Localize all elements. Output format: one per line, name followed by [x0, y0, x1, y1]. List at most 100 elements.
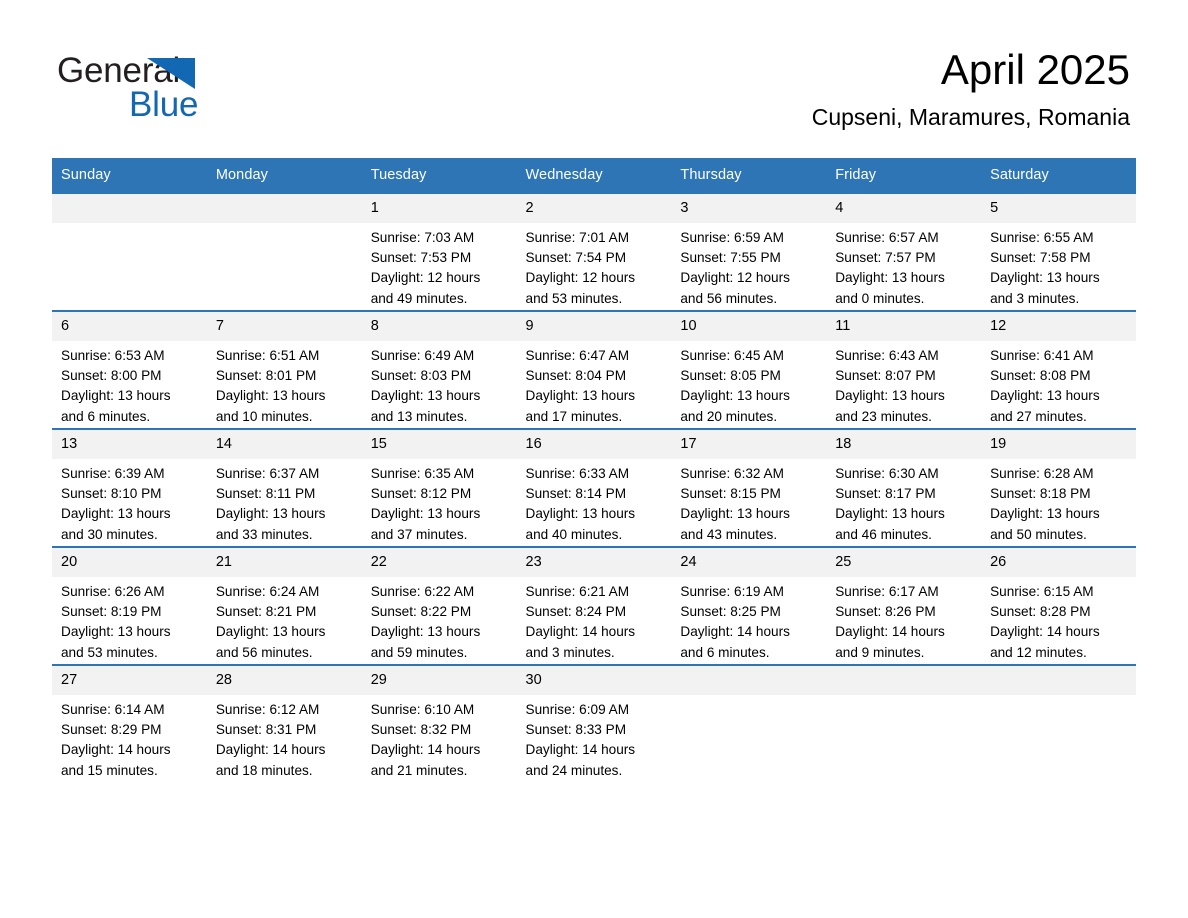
calendar-day-cell[interactable]: 21 Sunrise: 6:24 AM Sunset: 8:21 PM Dayligh… — [206, 546, 362, 665]
calendar-day-cell[interactable]: 20 Sunrise: 6:26 AM Sunset: 8:19 PM Dayligh… — [52, 546, 207, 665]
day-details: Sunrise: 6:26 AM Sunset: 8:19 PM Daylight:… — [52, 577, 207, 663]
title-block: April 2025 Cupseni, Maramures, Romania — [430, 44, 1130, 132]
daylight-text-line2: and 9 minutes. — [835, 644, 925, 660]
sunrise-text: Sunrise: 6:10 AM — [370, 702, 475, 717]
sunset-text: Sunset: 8:21 PM — [215, 604, 317, 620]
weekday-header-tuesday: Tuesday — [361, 158, 517, 193]
calendar-page: General Blue April 2025 Cupseni, Maramur… — [0, 0, 1188, 918]
calendar-day-cell[interactable]: 19 Sunrise: 6:28 AM Sunset: 8:18 PM Dayligh… — [981, 428, 1136, 547]
daylight-text-line1: Daylight: 13 hours — [215, 388, 326, 404]
daylight-text-line2: and 20 minutes. — [680, 408, 778, 424]
calendar-day-cell-empty — [52, 192, 207, 311]
daylight-text-line1: Daylight: 12 hours — [525, 270, 636, 286]
day-details: Sunrise: 7:01 AM Sunset: 7:54 PM Daylight:… — [517, 223, 672, 309]
calendar-week-row: 27 Sunrise: 6:14 AM Sunset: 8:29 PM Dayligh… — [52, 664, 1136, 782]
day-details: Sunrise: 6:19 AM Sunset: 8:25 PM Daylight:… — [671, 577, 826, 663]
daylight-text-line1: Daylight: 13 hours — [680, 388, 790, 404]
sunrise-text: Sunrise: 6:26 AM — [61, 584, 165, 599]
calendar-day-cell[interactable]: 30 Sunrise: 6:09 AM Sunset: 8:33 PM Dayligh… — [516, 664, 672, 782]
sunrise-text: Sunrise: 6:28 AM — [990, 466, 1094, 481]
day-number: 14 — [206, 430, 362, 459]
calendar-day-cell[interactable]: 24 Sunrise: 6:19 AM Sunset: 8:25 PM Dayligh… — [671, 546, 827, 665]
calendar-day-cell[interactable]: 5 Sunrise: 6:55 AM Sunset: 7:58 PM Daylight… — [981, 192, 1136, 311]
calendar-day-cell[interactable]: 23 Sunrise: 6:21 AM Sunset: 8:24 PM Dayligh… — [516, 546, 672, 665]
day-number: 6 — [52, 312, 207, 341]
day-details: Sunrise: 6:43 AM Sunset: 8:07 PM Daylight:… — [826, 341, 981, 427]
day-cell-inner: 27 Sunrise: 6:14 AM Sunset: 8:29 PM Dayligh… — [52, 666, 207, 782]
day-number: 4 — [826, 194, 982, 223]
day-number: 3 — [671, 194, 827, 223]
calendar-day-cell[interactable]: 8 Sunrise: 6:49 AM Sunset: 8:03 PM Daylight… — [361, 310, 517, 429]
calendar-day-cell[interactable]: 12 Sunrise: 6:41 AM Sunset: 8:08 PM Dayligh… — [981, 310, 1136, 429]
sunrise-text: Sunrise: 6:49 AM — [370, 348, 475, 363]
sunrise-text: Sunrise: 6:30 AM — [835, 466, 939, 481]
calendar-day-cell[interactable]: 9 Sunrise: 6:47 AM Sunset: 8:04 PM Daylight… — [516, 310, 672, 429]
sunset-text: Sunset: 8:17 PM — [835, 486, 936, 502]
day-number: 28 — [206, 666, 362, 695]
daylight-text-line1: Daylight: 14 hours — [525, 624, 636, 640]
day-details: Sunrise: 7:03 AM Sunset: 7:53 PM Daylight:… — [362, 223, 517, 309]
calendar-day-cell[interactable]: 17 Sunrise: 6:32 AM Sunset: 8:15 PM Dayligh… — [671, 428, 827, 547]
calendar-day-cell[interactable]: 4 Sunrise: 6:57 AM Sunset: 7:57 PM Daylight… — [826, 192, 982, 311]
calendar-day-cell[interactable]: 25 Sunrise: 6:17 AM Sunset: 8:26 PM Dayligh… — [826, 546, 982, 665]
day-number: 23 — [516, 548, 672, 577]
day-cell-inner: 5 Sunrise: 6:55 AM Sunset: 7:58 PM Daylight… — [981, 194, 1136, 310]
day-cell-inner: 14 Sunrise: 6:37 AM Sunset: 8:11 PM Dayligh… — [206, 430, 362, 546]
calendar-day-cell[interactable]: 7 Sunrise: 6:51 AM Sunset: 8:01 PM Daylight… — [206, 310, 362, 429]
day-number: 22 — [361, 548, 517, 577]
calendar-day-cell[interactable]: 28 Sunrise: 6:12 AM Sunset: 8:31 PM Dayligh… — [206, 664, 362, 782]
sunset-text: Sunset: 8:10 PM — [61, 486, 162, 502]
day-details: Sunrise: 6:39 AM Sunset: 8:10 PM Daylight:… — [52, 459, 207, 545]
day-cell-inner: 1 Sunrise: 7:03 AM Sunset: 7:53 PM Daylight… — [361, 194, 517, 310]
day-cell-inner — [52, 194, 207, 310]
sunset-text: Sunset: 8:29 PM — [61, 722, 162, 738]
daylight-text-line1: Daylight: 14 hours — [525, 742, 636, 758]
sunrise-text: Sunrise: 6:22 AM — [370, 584, 475, 599]
sunrise-text: Sunrise: 6:55 AM — [990, 230, 1094, 245]
calendar-day-cell[interactable]: 10 Sunrise: 6:45 AM Sunset: 8:05 PM Dayligh… — [671, 310, 827, 429]
day-number: 29 — [361, 666, 517, 695]
day-cell-inner — [826, 666, 982, 782]
sunset-text: Sunset: 8:22 PM — [370, 604, 472, 620]
daylight-text-line2: and 27 minutes. — [990, 408, 1087, 424]
day-details: Sunrise: 6:41 AM Sunset: 8:08 PM Daylight:… — [981, 341, 1136, 427]
daylight-text-line1: Daylight: 14 hours — [215, 742, 326, 758]
calendar-day-cell[interactable]: 16 Sunrise: 6:33 AM Sunset: 8:14 PM Dayligh… — [516, 428, 672, 547]
calendar-day-cell[interactable]: 11 Sunrise: 6:43 AM Sunset: 8:07 PM Dayligh… — [826, 310, 982, 429]
calendar-day-cell[interactable]: 6 Sunrise: 6:53 AM Sunset: 8:00 PM Daylight… — [52, 310, 207, 429]
day-cell-inner: 19 Sunrise: 6:28 AM Sunset: 8:18 PM Dayligh… — [981, 430, 1136, 546]
calendar-day-cell[interactable]: 29 Sunrise: 6:10 AM Sunset: 8:32 PM Dayligh… — [361, 664, 517, 782]
day-cell-inner: 13 Sunrise: 6:39 AM Sunset: 8:10 PM Dayligh… — [52, 430, 207, 546]
sunrise-text: Sunrise: 6:33 AM — [525, 466, 630, 481]
sunset-text: Sunset: 7:55 PM — [680, 250, 781, 266]
day-cell-inner: 22 Sunrise: 6:22 AM Sunset: 8:22 PM Dayligh… — [361, 548, 517, 664]
calendar-day-cell[interactable]: 3 Sunrise: 6:59 AM Sunset: 7:55 PM Daylight… — [671, 192, 827, 311]
calendar-day-cell[interactable]: 22 Sunrise: 6:22 AM Sunset: 8:22 PM Dayligh… — [361, 546, 517, 665]
calendar-day-cell[interactable]: 1 Sunrise: 7:03 AM Sunset: 7:53 PM Daylight… — [361, 192, 517, 311]
day-details: Sunrise: 6:33 AM Sunset: 8:14 PM Daylight:… — [517, 459, 672, 545]
calendar-day-cell[interactable]: 2 Sunrise: 7:01 AM Sunset: 7:54 PM Daylight… — [516, 192, 672, 311]
calendar-week-row: 1 Sunrise: 7:03 AM Sunset: 7:53 PM Daylight… — [52, 192, 1136, 311]
sunset-text: Sunset: 8:24 PM — [525, 604, 627, 620]
sunset-text: Sunset: 8:19 PM — [61, 604, 162, 620]
day-details: Sunrise: 6:49 AM Sunset: 8:03 PM Daylight:… — [362, 341, 517, 427]
day-number: 27 — [52, 666, 207, 695]
calendar-day-cell[interactable]: 15 Sunrise: 6:35 AM Sunset: 8:12 PM Dayligh… — [361, 428, 517, 547]
calendar-day-cell[interactable]: 14 Sunrise: 6:37 AM Sunset: 8:11 PM Dayligh… — [206, 428, 362, 547]
calendar-day-cell[interactable]: 26 Sunrise: 6:15 AM Sunset: 8:28 PM Dayligh… — [981, 546, 1136, 665]
day-cell-inner: 25 Sunrise: 6:17 AM Sunset: 8:26 PM Dayligh… — [826, 548, 982, 664]
daylight-text-line2: and 59 minutes. — [370, 644, 468, 660]
daylight-text-line2: and 10 minutes. — [215, 408, 313, 424]
calendar-day-cell[interactable]: 18 Sunrise: 6:30 AM Sunset: 8:17 PM Dayligh… — [826, 428, 982, 547]
day-cell-inner: 26 Sunrise: 6:15 AM Sunset: 8:28 PM Dayligh… — [981, 548, 1136, 664]
day-details: Sunrise: 6:21 AM Sunset: 8:24 PM Daylight:… — [517, 577, 672, 663]
day-details: Sunrise: 6:15 AM Sunset: 8:28 PM Daylight:… — [981, 577, 1136, 663]
daylight-text-line1: Daylight: 13 hours — [370, 388, 481, 404]
sunset-text: Sunset: 8:04 PM — [525, 368, 627, 384]
daylight-text-line1: Daylight: 13 hours — [61, 388, 171, 404]
calendar-day-cell-empty — [981, 664, 1136, 782]
calendar-day-cell[interactable]: 27 Sunrise: 6:14 AM Sunset: 8:29 PM Dayligh… — [52, 664, 207, 782]
weekday-header-thursday: Thursday — [671, 158, 827, 193]
sunset-text: Sunset: 8:18 PM — [990, 486, 1091, 502]
calendar-day-cell[interactable]: 13 Sunrise: 6:39 AM Sunset: 8:10 PM Dayligh… — [52, 428, 207, 547]
